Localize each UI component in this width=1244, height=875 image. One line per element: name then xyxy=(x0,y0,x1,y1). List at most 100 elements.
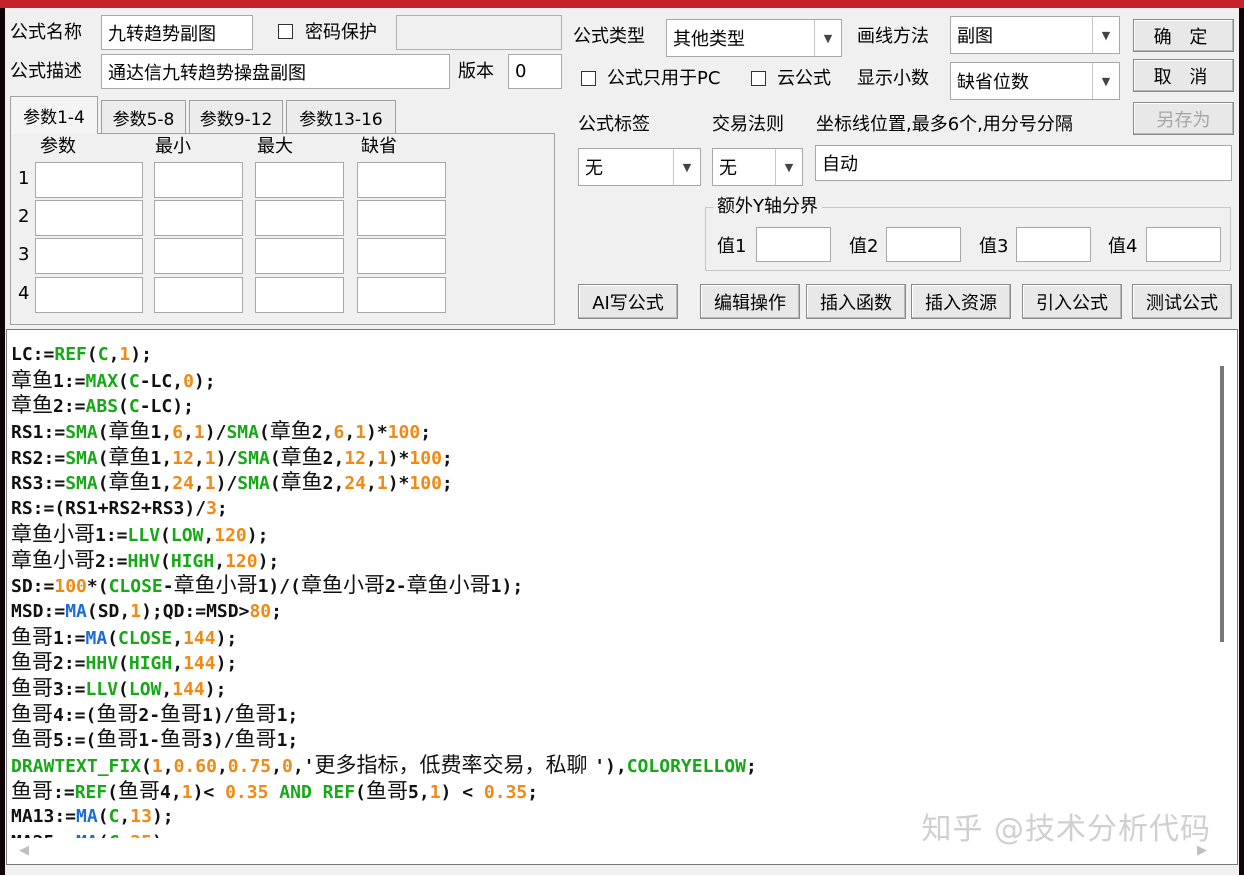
test-formula-button[interactable]: 测试公式 xyxy=(1132,284,1232,319)
code-token: 章鱼 xyxy=(11,393,53,418)
code-token: LC:= xyxy=(11,344,55,365)
code-token: 0.35 xyxy=(483,781,528,803)
code-line[interactable]: MSD:=MA(SD,1);QD:=MSD>80; xyxy=(11,599,1206,625)
code-token: ) < xyxy=(440,781,484,803)
draw-method-select[interactable]: 副图 ▼ xyxy=(950,16,1120,54)
coord-lines-input[interactable]: 自动 xyxy=(815,145,1232,181)
param-2-default-input[interactable] xyxy=(357,200,446,236)
code-token: 120 xyxy=(225,550,258,572)
code-line[interactable]: DRAWTEXT_FIX(1,0.60,0.75,0,'更多指标，低费率交易，私… xyxy=(11,753,1206,779)
code-token: ( xyxy=(118,678,129,700)
triangle-left-icon[interactable]: ◀ xyxy=(19,843,29,858)
tab-label: 参数5-8 xyxy=(112,109,175,130)
code-line[interactable]: RS3:=SMA(章鱼1,24,1)/SMA(章鱼2,24,1)*100; xyxy=(11,470,1206,496)
code-line[interactable]: SD:=100*(CLOSE-章鱼小哥1)/(章鱼小哥2-章鱼小哥1); xyxy=(11,573,1206,599)
decimals-value: 缺省位数 xyxy=(957,72,1029,93)
code-token: AND xyxy=(279,781,312,803)
param-1-default-input[interactable] xyxy=(357,162,446,198)
chevron-down-icon[interactable]: ▼ xyxy=(1092,63,1119,99)
password-checkbox[interactable] xyxy=(278,24,293,39)
code-token: '), xyxy=(594,756,627,777)
param-4-min-input[interactable] xyxy=(154,277,243,313)
edit-operation-button[interactable]: 编辑操作 xyxy=(700,284,800,319)
code-line[interactable]: 鱼哥4:=(鱼哥2-鱼哥1)/鱼哥1; xyxy=(11,702,1206,728)
ok-button[interactable]: 确 定 xyxy=(1133,19,1234,52)
code-token: 1)/ xyxy=(202,704,235,726)
value3-input[interactable] xyxy=(1016,227,1091,262)
code-token: 1 xyxy=(355,422,367,444)
code-token: 章鱼 xyxy=(108,444,151,469)
value2-input[interactable] xyxy=(886,227,961,262)
code-token: 鱼哥 xyxy=(96,701,139,726)
param-4-name-input[interactable] xyxy=(35,277,143,313)
param-2-min-input[interactable] xyxy=(154,200,243,236)
save-as-button[interactable]: 另存为 xyxy=(1133,102,1234,135)
value1-input[interactable] xyxy=(756,227,831,262)
param-1-max-input[interactable] xyxy=(255,162,344,198)
formula-type-select[interactable]: 其他类型 ▼ xyxy=(666,19,842,57)
param-1-min-input[interactable] xyxy=(154,162,243,198)
formula-tag-select[interactable]: 无 ▼ xyxy=(578,148,701,186)
chevron-down-icon[interactable]: ▼ xyxy=(814,20,841,56)
insert-resource-button[interactable]: 插入资源 xyxy=(911,284,1011,319)
code-token: 鱼哥 xyxy=(234,701,277,726)
code-token: 6 xyxy=(172,422,184,444)
code-token: 0.60 xyxy=(173,756,217,777)
code-token: 鱼哥 xyxy=(11,701,53,726)
code-token: C xyxy=(128,396,140,418)
insert-function-button[interactable]: 插入函数 xyxy=(806,284,906,319)
chevron-down-icon[interactable]: ▼ xyxy=(1092,17,1119,53)
code-text[interactable]: LC:=REF(C,1); 章鱼1:=MAX(C-LC,0); 章鱼2:=ABS(C… xyxy=(11,342,1206,842)
param-1-name-input[interactable] xyxy=(35,162,143,198)
param-header-max: 最大 xyxy=(257,136,293,157)
code-token: := xyxy=(53,781,75,803)
param-4-default-input[interactable] xyxy=(357,277,446,313)
param-2-max-input[interactable] xyxy=(255,200,344,236)
code-token: 1:= xyxy=(53,370,86,392)
code-token: 鱼哥 xyxy=(234,727,277,752)
chevron-down-icon[interactable]: ▼ xyxy=(673,149,700,185)
decimals-select[interactable]: 缺省位数 ▼ xyxy=(950,62,1120,100)
code-line[interactable]: RS1:=SMA(章鱼1,6,1)/SMA(章鱼2,6,1)*100; xyxy=(11,419,1206,445)
code-line[interactable]: 章鱼小哥1:=LLV(LOW,120); xyxy=(11,522,1206,548)
code-line[interactable]: 鱼哥1:=MA(CLOSE,144); xyxy=(11,625,1206,651)
password-input[interactable] xyxy=(396,15,562,50)
code-editor[interactable]: LC:=REF(C,1); 章鱼1:=MAX(C-LC,0); 章鱼2:=ABS(C… xyxy=(6,329,1238,865)
code-token: DRAWTEXT_FIX xyxy=(11,756,142,777)
code-line[interactable]: 章鱼1:=MAX(C-LC,0); xyxy=(11,368,1206,394)
code-line[interactable]: RS2:=SMA(章鱼1,12,1)/SMA(章鱼2,12,1)*100; xyxy=(11,445,1206,471)
code-line[interactable]: 鱼哥3:=LLV(LOW,144); xyxy=(11,676,1206,702)
pc-only-checkbox[interactable] xyxy=(581,71,596,86)
tab-params-5-8[interactable]: 参数5-8 xyxy=(101,100,186,133)
formula-desc-input[interactable]: 通达信九转趋势操盘副图 xyxy=(101,54,450,89)
code-token: 1 xyxy=(181,781,193,803)
code-line[interactable]: RS:=(RS1+RS2+RS3)/3; xyxy=(11,496,1206,522)
trade-rule-select[interactable]: 无 ▼ xyxy=(712,148,803,186)
code-line[interactable]: 鱼哥2:=HHV(HIGH,144); xyxy=(11,650,1206,676)
code-line[interactable]: 章鱼小哥2:=HHV(HIGH,120); xyxy=(11,548,1206,574)
cloud-formula-checkbox[interactable] xyxy=(751,71,766,86)
code-line[interactable]: 章鱼2:=ABS(C-LC); xyxy=(11,393,1206,419)
param-3-min-input[interactable] xyxy=(154,238,243,274)
version-input[interactable]: 0 xyxy=(508,54,562,89)
tab-params-9-12[interactable]: 参数9-12 xyxy=(189,100,283,133)
code-line[interactable]: LC:=REF(C,1); xyxy=(11,342,1206,368)
formula-name-input[interactable]: 九转趋势副图 xyxy=(101,15,253,50)
code-line[interactable]: 鱼哥:=REF(鱼哥4,1)< 0.35 AND REF(鱼哥5,1) < 0.… xyxy=(11,779,1206,805)
code-token: ( xyxy=(97,806,109,828)
chevron-down-icon[interactable]: ▼ xyxy=(775,149,802,185)
cancel-button[interactable]: 取 消 xyxy=(1133,59,1234,92)
param-3-default-input[interactable] xyxy=(357,238,446,274)
scroll-thumb[interactable] xyxy=(1220,366,1224,642)
code-line[interactable]: 鱼哥5:=(鱼哥1-鱼哥3)/鱼哥1; xyxy=(11,727,1206,753)
param-3-name-input[interactable] xyxy=(35,238,143,274)
import-formula-button[interactable]: 引入公式 xyxy=(1022,284,1122,319)
ai-write-formula-button[interactable]: AI写公式 xyxy=(578,284,678,319)
tab-params-13-16[interactable]: 参数13-16 xyxy=(286,100,396,133)
param-4-max-input[interactable] xyxy=(255,277,344,313)
vertical-scrollbar[interactable] xyxy=(1209,330,1237,840)
value4-input[interactable] xyxy=(1146,227,1221,262)
param-2-name-input[interactable] xyxy=(35,200,143,236)
param-3-max-input[interactable] xyxy=(255,238,344,274)
tab-params-1-4[interactable]: 参数1-4 xyxy=(10,96,98,134)
